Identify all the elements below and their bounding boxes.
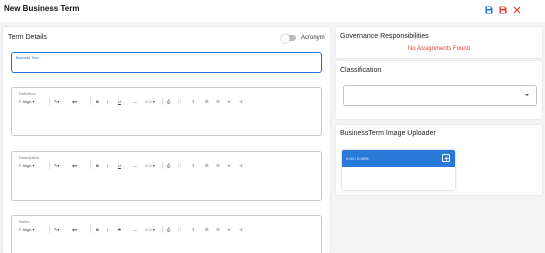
outdent-icon[interactable]: ⇤ <box>228 225 231 234</box>
underline-button[interactable]: U <box>118 161 121 170</box>
strikethrough-button[interactable]: S <box>118 225 121 234</box>
fullscreen-icon[interactable]: ⛶ <box>178 225 181 234</box>
italic-button[interactable]: I <box>107 225 108 234</box>
save-close-icon[interactable] <box>498 5 507 14</box>
chevron-down-icon <box>525 94 529 96</box>
pen-icon: ✎ <box>54 227 58 232</box>
bold-button[interactable]: B <box>96 161 99 170</box>
term-details-card: Term Details Acronym Business Term Defin… <box>3 27 330 253</box>
page-title: New Business Term <box>4 4 80 13</box>
clear-format-icon[interactable]: Ŧ <box>192 225 194 234</box>
align-icon: ≡ <box>19 99 22 104</box>
palette-icon: ◈ <box>72 99 76 104</box>
highlight-button[interactable]: ◈ ▾ <box>72 225 77 234</box>
fullscreen-icon[interactable]: ⛶ <box>178 161 181 170</box>
numbered-list-icon[interactable]: ☷ <box>216 225 220 234</box>
numbered-list-icon[interactable]: ☷ <box>216 161 220 170</box>
notes-label: Notes <box>19 219 30 224</box>
align-icon: ≡ <box>19 163 22 168</box>
italic-button[interactable]: I <box>107 97 108 106</box>
bullet-list-icon[interactable]: ☰ <box>205 225 209 234</box>
add-file-icon[interactable] <box>442 154 450 162</box>
print-icon[interactable]: ⎙ <box>167 225 170 234</box>
align-label: Align <box>22 163 32 168</box>
underline-button[interactable]: U <box>118 97 121 106</box>
classification-title: Classification <box>340 67 382 74</box>
link-icon: ⊂⊃ <box>145 99 152 104</box>
acronym-toggle[interactable] <box>281 33 296 43</box>
bold-button[interactable]: B <box>96 97 99 106</box>
highlight-button[interactable]: ◈ ▾ <box>72 161 77 170</box>
palette-icon: ◈ <box>72 227 76 232</box>
align-icon: ≡ <box>19 227 22 232</box>
horizontal-rule-button[interactable]: — <box>133 225 137 234</box>
clear-format-icon[interactable]: Ŧ <box>192 97 194 106</box>
align-dropdown[interactable]: ≡ Align ▾ <box>19 97 35 106</box>
indent-icon[interactable]: ⇥ <box>239 97 242 106</box>
description-editor[interactable]: Description ≡ Align ▾ ✎ ▾ ◈ ▾ B I U — ⊂⊃ ▾… <box>11 151 322 201</box>
business-term-input[interactable]: Business Term <box>11 52 322 73</box>
link-button[interactable]: ⊂⊃ ▾ <box>145 161 155 170</box>
highlight-button[interactable]: ◈ ▾ <box>72 97 77 106</box>
bullet-list-icon[interactable]: ☰ <box>205 161 209 170</box>
link-button[interactable]: ⊂⊃ ▾ <box>145 97 155 106</box>
definition-editor[interactable]: Definition ≡ Align ▾ ✎ ▾ ◈ ▾ B I U — ⊂⊃ ▾ … <box>11 87 322 136</box>
bullet-list-icon[interactable]: ☰ <box>205 97 209 106</box>
acronym-toggle-knob <box>281 33 290 43</box>
align-label: Align <box>22 227 32 232</box>
classification-select[interactable] <box>343 85 537 106</box>
link-icon: ⊂⊃ <box>145 227 152 232</box>
no-assignments-message: No Assignments Found <box>407 46 471 52</box>
outdent-icon[interactable]: ⇤ <box>228 97 231 106</box>
definition-label: Definition <box>19 91 36 96</box>
definition-toolbar: ≡ Align ▾ ✎ ▾ ◈ ▾ B I U — ⊂⊃ ▾ ⎙ ⛶ Ŧ ☰ ☷ ⇤… <box>12 97 321 106</box>
fullscreen-icon[interactable]: ⛶ <box>178 97 181 106</box>
link-button[interactable]: ⊂⊃ ▾ <box>145 225 155 234</box>
upload-progress-text: 0.00 / 0.00% <box>346 156 369 161</box>
notes-toolbar: ≡ Align ▾ ✎ ▾ ◈ ▾ B I S — ⊂⊃ ▾ ⎙ ⛶ Ŧ ☰ ☷ ⇤… <box>12 225 321 234</box>
text-color-button[interactable]: ✎ ▾ <box>54 97 59 106</box>
upload-progress-bar: 0.00 / 0.00% <box>342 150 455 167</box>
align-dropdown[interactable]: ≡ Align ▾ <box>19 161 35 170</box>
close-icon[interactable] <box>512 5 521 14</box>
uploader-title: BusinessTerm Image Uploader <box>340 130 436 137</box>
term-details-title: Term Details <box>8 34 47 41</box>
description-toolbar: ≡ Align ▾ ✎ ▾ ◈ ▾ B I U — ⊂⊃ ▾ ⎙ ⛶ Ŧ ☰ ☷ ⇤… <box>12 161 321 170</box>
text-color-button[interactable]: ✎ ▾ <box>54 161 59 170</box>
acronym-label: Acronym <box>301 35 325 41</box>
upload-panel[interactable]: 0.00 / 0.00% <box>342 150 455 190</box>
business-term-label: Business Term <box>16 56 39 60</box>
print-icon[interactable]: ⎙ <box>167 161 170 170</box>
indent-icon[interactable]: ⇥ <box>239 225 242 234</box>
align-label: Align <box>22 99 32 104</box>
numbered-list-icon[interactable]: ☷ <box>216 97 220 106</box>
indent-icon[interactable]: ⇥ <box>239 161 242 170</box>
horizontal-rule-button[interactable]: — <box>133 97 137 106</box>
governance-card: Governance Responsibilities No Assignmen… <box>336 27 542 58</box>
bold-button[interactable]: B <box>96 225 99 234</box>
save-icon[interactable] <box>484 5 493 14</box>
palette-icon: ◈ <box>72 163 76 168</box>
horizontal-rule-button[interactable]: — <box>133 161 137 170</box>
page-header: New Business Term <box>0 0 545 22</box>
outdent-icon[interactable]: ⇤ <box>228 161 231 170</box>
pen-icon: ✎ <box>54 99 58 104</box>
link-icon: ⊂⊃ <box>145 163 152 168</box>
print-icon[interactable]: ⎙ <box>167 97 170 106</box>
pen-icon: ✎ <box>54 163 58 168</box>
classification-card: Classification <box>336 61 542 119</box>
align-dropdown[interactable]: ≡ Align ▾ <box>19 225 35 234</box>
notes-editor[interactable]: Notes ≡ Align ▾ ✎ ▾ ◈ ▾ B I S — ⊂⊃ ▾ ⎙ ⛶ Ŧ… <box>11 215 322 253</box>
governance-title: Governance Responsibilities <box>340 33 429 40</box>
italic-button[interactable]: I <box>107 161 108 170</box>
text-color-button[interactable]: ✎ ▾ <box>54 225 59 234</box>
description-label: Description <box>19 155 40 160</box>
image-uploader-card: BusinessTerm Image Uploader 0.00 / 0.00% <box>336 125 542 195</box>
header-actions <box>484 5 521 14</box>
clear-format-icon[interactable]: Ŧ <box>192 161 194 170</box>
